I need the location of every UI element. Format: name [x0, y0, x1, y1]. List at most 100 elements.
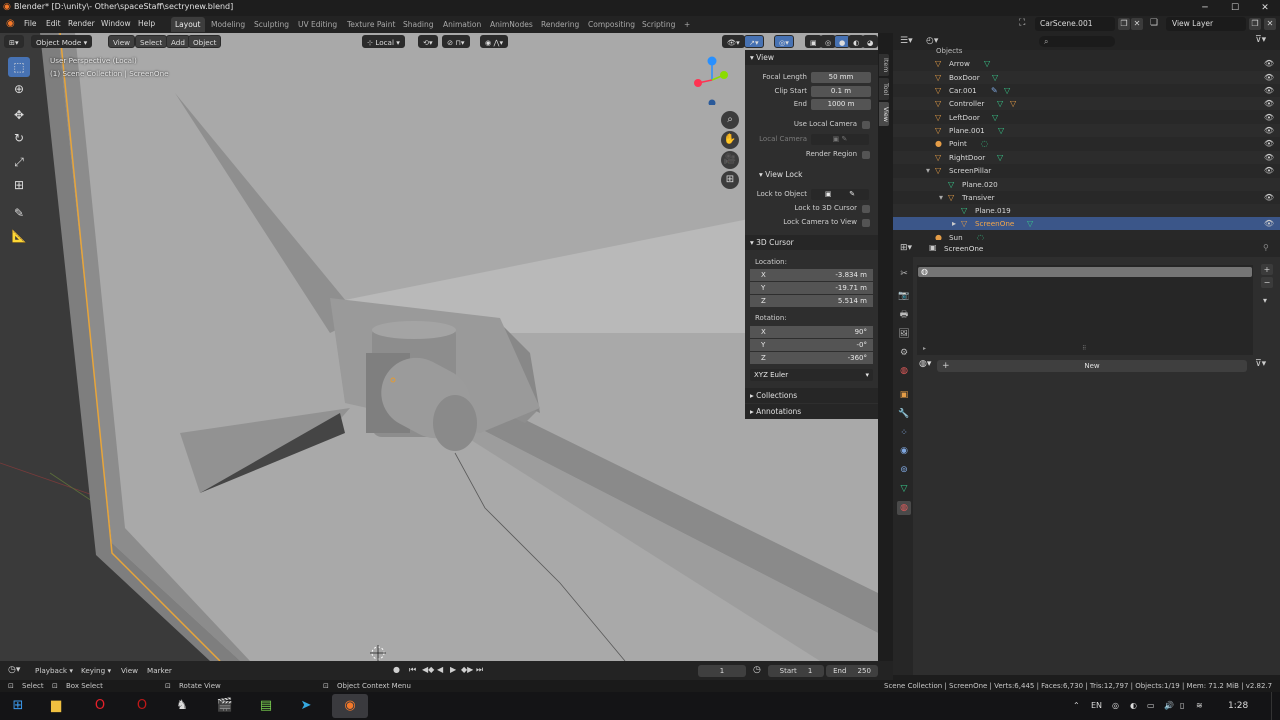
- annotations-panel-header[interactable]: ▸ Annotations: [745, 404, 878, 419]
- modifier-properties-icon[interactable]: 🔧: [897, 407, 911, 421]
- tray-app-icon[interactable]: ◐: [1130, 701, 1137, 710]
- orientation-selector[interactable]: ⊹ Local ▾: [362, 35, 405, 48]
- outliner-row-screenone[interactable]: ▸ ▽ ScreenOne ▽ 👁: [893, 217, 1280, 231]
- tab-tool[interactable]: Tool: [879, 78, 889, 100]
- visibility-eye-icon[interactable]: 👁: [1264, 84, 1274, 97]
- tool-properties-icon[interactable]: ✂: [897, 267, 911, 281]
- tab-shading[interactable]: Shading: [399, 17, 437, 32]
- remove-material-slot-button[interactable]: −: [1261, 277, 1273, 288]
- ortho-grid-icon[interactable]: ⊞: [721, 171, 739, 189]
- outliner-row-plane019[interactable]: ▽ Plane.019: [893, 204, 1280, 218]
- tab-animnodes[interactable]: AnimNodes: [486, 17, 537, 32]
- material-filter-icon[interactable]: ⊽▾: [1255, 359, 1266, 369]
- scene-icon[interactable]: ⛶: [1019, 18, 1025, 28]
- display-mode-icon[interactable]: ◴▾: [926, 36, 938, 46]
- add-material-slot-button[interactable]: +: [1261, 264, 1273, 275]
- particles-properties-icon[interactable]: ⁘: [897, 426, 911, 440]
- cursor-tool-icon[interactable]: ⊕: [8, 79, 30, 99]
- tab-uv-editing[interactable]: UV Editing: [294, 17, 341, 32]
- menu-render[interactable]: Render: [68, 19, 95, 28]
- cursor-rotation-z[interactable]: Z -360°: [750, 352, 873, 364]
- menu-select[interactable]: Select: [135, 35, 168, 48]
- visibility-icon[interactable]: 👁▾: [722, 35, 745, 48]
- view-layer-properties-icon[interactable]: 🖼: [897, 327, 911, 341]
- output-properties-icon[interactable]: 🖶: [897, 308, 911, 322]
- outliner-row-point[interactable]: ● Point ◌ 👁: [893, 137, 1280, 150]
- chevron-down-icon[interactable]: ▾: [1263, 296, 1267, 305]
- world-properties-icon[interactable]: ◍: [897, 364, 911, 378]
- timeline-editor-icon[interactable]: ◷▾: [8, 665, 20, 675]
- menu-object[interactable]: Object: [188, 35, 222, 48]
- constraints-properties-icon[interactable]: ⊚: [897, 463, 911, 477]
- menu-view[interactable]: View: [108, 35, 136, 48]
- windows-start-icon[interactable]: ⊞: [6, 694, 30, 718]
- menu-timeline-view[interactable]: View: [121, 666, 138, 675]
- visibility-eye-icon[interactable]: 👁: [1264, 137, 1274, 150]
- start-frame-field[interactable]: Start 1: [768, 665, 824, 677]
- measure-tool-icon[interactable]: 📐: [8, 226, 30, 246]
- cursor-rotation-y[interactable]: Y -0°: [750, 339, 873, 351]
- view-panel-header[interactable]: ▾ View: [745, 50, 878, 65]
- outliner-row-car001[interactable]: ▽ Car.001 ✎ ▽ 👁: [893, 84, 1280, 97]
- pan-hand-icon[interactable]: ✋: [721, 131, 739, 149]
- new-material-button[interactable]: + New: [937, 360, 1247, 372]
- scale-tool-icon[interactable]: ⤢: [8, 152, 30, 172]
- resize-handle-icon[interactable]: ⠿: [1082, 345, 1086, 352]
- 3d-cursor-panel-header[interactable]: ▾ 3D Cursor: [745, 235, 878, 250]
- visibility-eye-icon[interactable]: 👁: [1264, 71, 1274, 84]
- collections-panel-header[interactable]: ▸ Collections: [745, 388, 878, 403]
- expand-arrow-icon[interactable]: ▾: [939, 191, 943, 204]
- scene-selector[interactable]: CarScene.001: [1035, 17, 1115, 31]
- play-reverse-icon[interactable]: ◀: [437, 665, 443, 674]
- overlay-toggle-icon[interactable]: ◎▾: [774, 35, 794, 48]
- preview-range-clock-icon[interactable]: ◷: [753, 665, 761, 675]
- show-desktop-button[interactable]: [1271, 692, 1280, 720]
- add-workspace-button[interactable]: +: [680, 17, 694, 32]
- data-properties-icon[interactable]: ▽: [897, 482, 911, 496]
- copy-scene-icon[interactable]: ❐: [1118, 18, 1130, 30]
- outliner-row-plane020[interactable]: ▽ Plane.020: [893, 178, 1280, 192]
- outliner-row-sun[interactable]: ● Sun ◌: [893, 231, 1280, 240]
- shading-rendered-icon[interactable]: ◕: [862, 35, 879, 48]
- local-camera-field[interactable]: ▣ ✎: [811, 134, 869, 145]
- proportional-edit-icon[interactable]: ◉ ⋀▾: [480, 35, 509, 48]
- maximize-button[interactable]: ☐: [1220, 0, 1250, 16]
- view-layer-selector[interactable]: View Layer: [1166, 17, 1246, 31]
- blender-menu-icon[interactable]: ◉: [6, 18, 15, 29]
- visibility-eye-icon[interactable]: 👁: [1264, 164, 1274, 177]
- outliner-row-boxdoor[interactable]: ▽ BoxDoor ▽ 👁: [893, 71, 1280, 85]
- cursor-location-z[interactable]: Z 5.514 m: [750, 295, 873, 307]
- filter-icon[interactable]: ⊽▾: [1255, 35, 1266, 45]
- tab-scripting[interactable]: Scripting: [638, 17, 679, 32]
- tray-chevron-icon[interactable]: ⌃: [1073, 701, 1080, 710]
- delete-scene-icon[interactable]: ✕: [1131, 18, 1143, 30]
- opera-icon[interactable]: O: [88, 694, 112, 718]
- outliner-row-plane001[interactable]: ▽ Plane.001 ▽ 👁: [893, 124, 1280, 138]
- clip-end-field[interactable]: 1000 m: [811, 99, 871, 110]
- expand-arrow-icon[interactable]: ▸: [923, 345, 926, 352]
- tray-network-icon[interactable]: ◎: [1112, 701, 1119, 710]
- outliner-editor-icon[interactable]: ☰▾: [900, 36, 913, 46]
- cursor-location-y[interactable]: Y -19.71 m: [750, 282, 873, 294]
- prev-keyframe-icon[interactable]: ◀◆: [422, 665, 434, 674]
- visibility-eye-icon[interactable]: 👁: [1264, 151, 1274, 164]
- expand-arrow-icon[interactable]: ▾: [926, 164, 930, 177]
- close-button[interactable]: ✕: [1250, 0, 1280, 16]
- scene-properties-icon[interactable]: ⚙: [897, 346, 911, 360]
- pivot-point-icon[interactable]: ⟲▾: [418, 35, 438, 48]
- visibility-eye-icon[interactable]: 👁: [1264, 124, 1274, 137]
- telegram-icon[interactable]: ➤: [294, 694, 318, 718]
- file-explorer-icon[interactable]: ▆: [44, 694, 68, 718]
- visibility-eye-icon[interactable]: 👁: [1264, 191, 1274, 204]
- tray-battery-icon[interactable]: ▯: [1180, 701, 1184, 710]
- annotate-tool-icon[interactable]: ✎: [8, 203, 30, 223]
- tab-layout[interactable]: Layout: [171, 17, 205, 32]
- snap-icon[interactable]: ⊘ ⊓▾: [442, 35, 470, 48]
- media-app-icon[interactable]: 🎬: [213, 694, 237, 718]
- outliner-row-arrow[interactable]: ▽ Arrow ▽ 👁: [893, 57, 1280, 70]
- rotation-mode-dropdown[interactable]: XYZ Euler ▾: [750, 369, 873, 381]
- end-frame-field[interactable]: End 250: [826, 665, 878, 677]
- physics-properties-icon[interactable]: ◉: [897, 444, 911, 458]
- pin-icon[interactable]: ⚲: [1263, 243, 1269, 252]
- tab-item[interactable]: Item: [879, 54, 889, 76]
